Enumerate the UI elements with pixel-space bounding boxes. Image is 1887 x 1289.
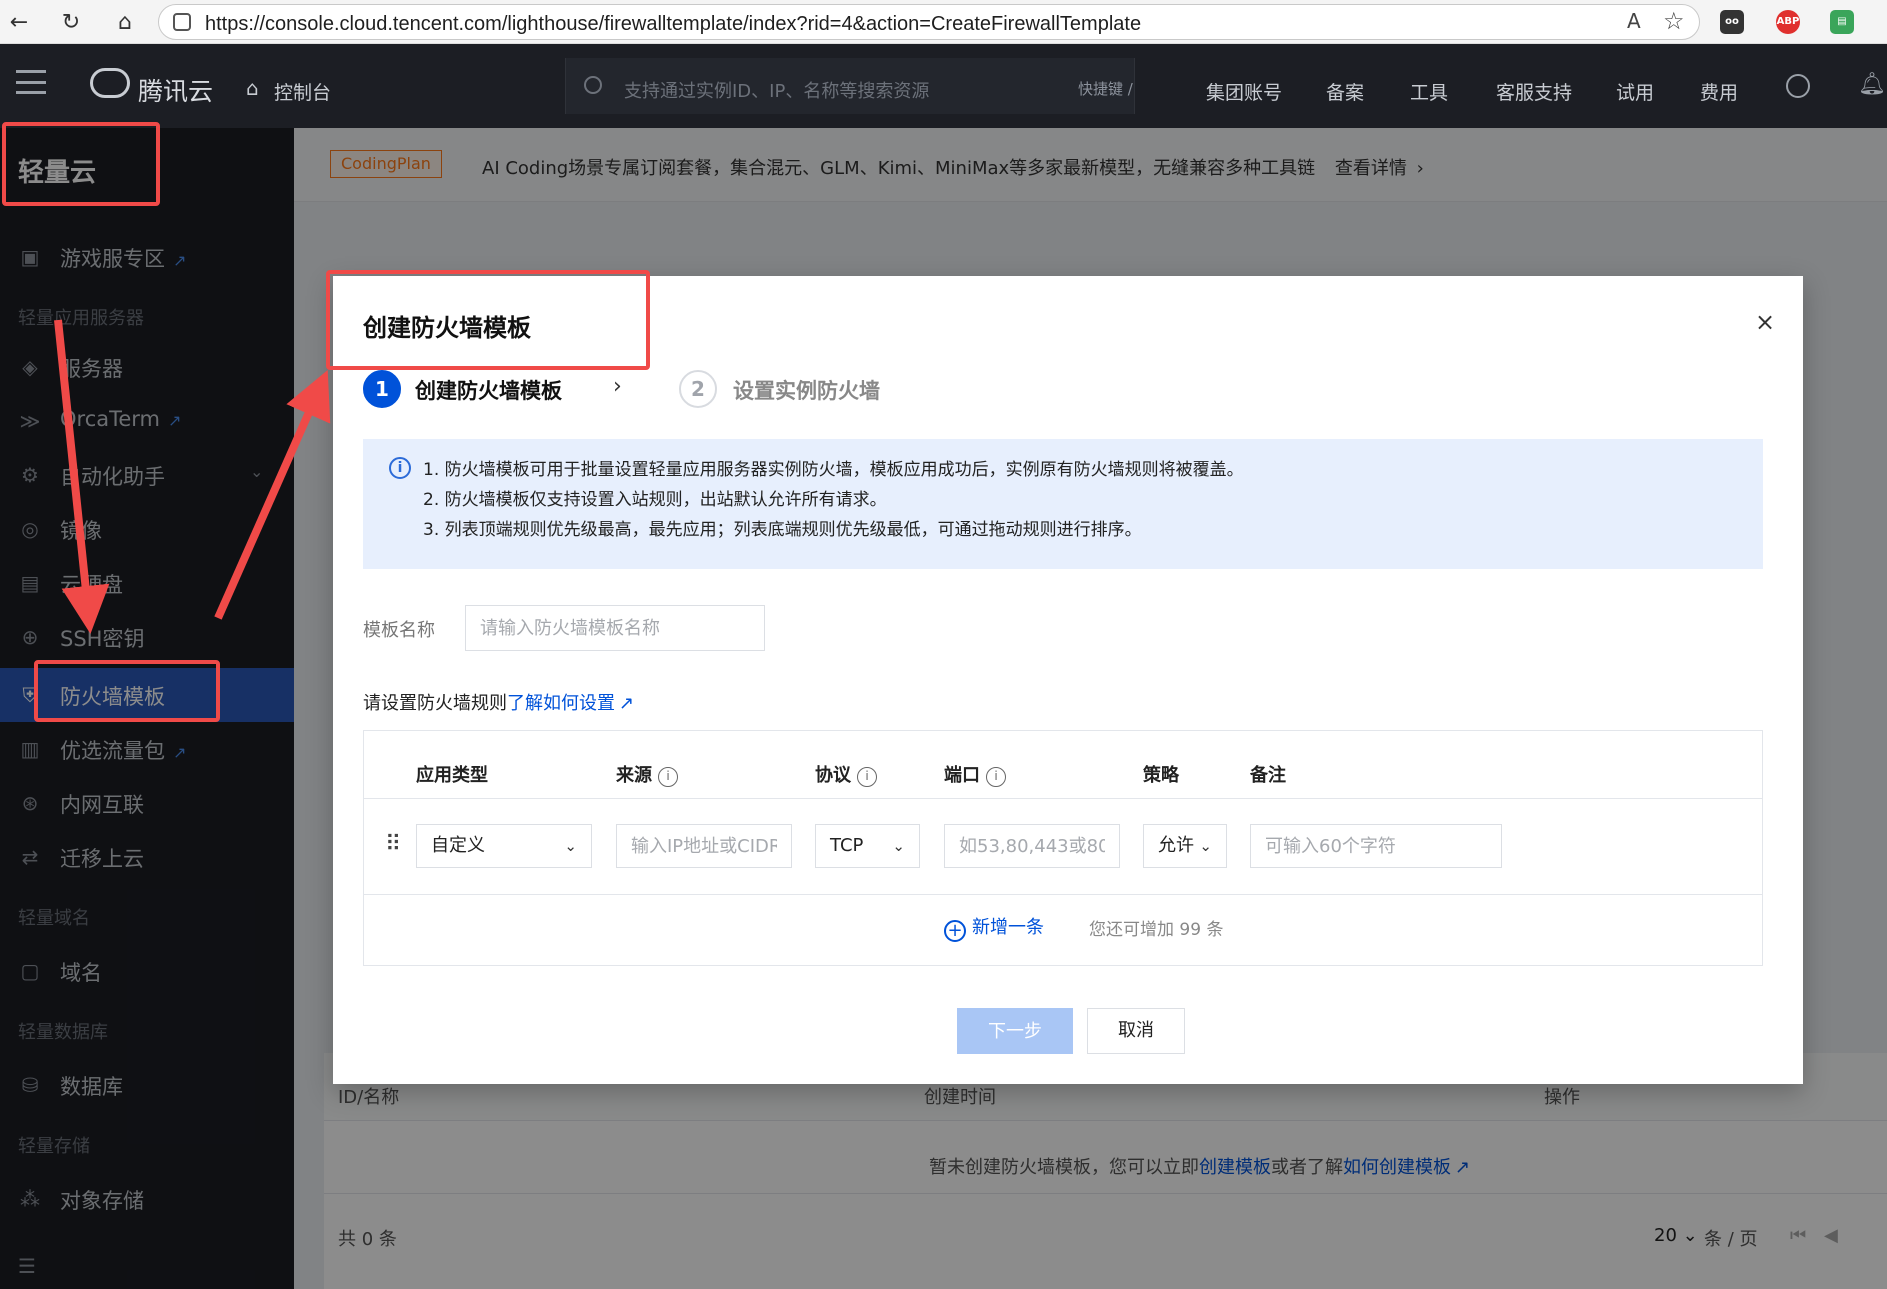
annotation-arrow-up [214,370,331,620]
annotation-arrows [54,319,331,634]
annotation-arrow-down [54,319,110,634]
